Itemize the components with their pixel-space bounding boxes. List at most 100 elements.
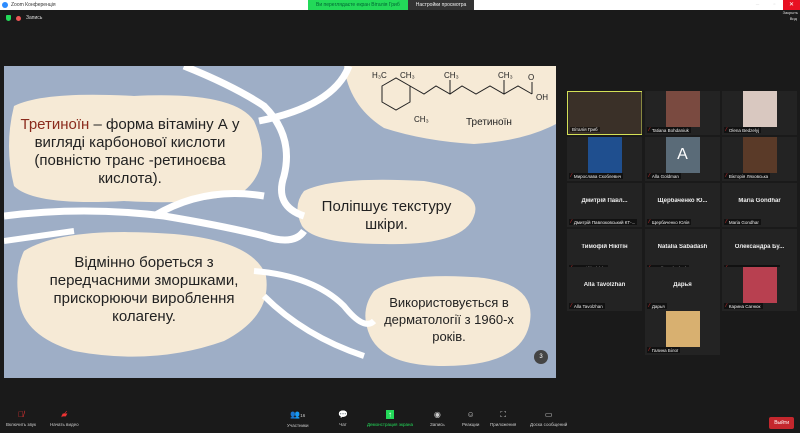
chat-label: Чат bbox=[339, 422, 347, 427]
participant-name-label: ⁄ Щербаченко Юлія bbox=[647, 219, 692, 225]
share-screen-button[interactable]: ↑ Демонстрация экрана bbox=[367, 410, 413, 427]
participant-name-label: ⁄ Alla Goldman bbox=[647, 173, 681, 179]
slide-block-tretinoin: Третиноїн – форма вітаміну А у вигляді к… bbox=[14, 116, 246, 188]
participant-video bbox=[665, 91, 700, 127]
reactions-label: Реакции bbox=[462, 422, 480, 427]
chem-ch3-a: CH₃ bbox=[400, 71, 415, 80]
participant-tile[interactable]: ⁄ Olena Bedzelyj bbox=[722, 91, 797, 135]
mic-muted-icon: ⁄ bbox=[649, 219, 650, 225]
chem-ch3-c: CH₃ bbox=[498, 71, 513, 80]
participant-avatar: A bbox=[665, 137, 700, 173]
zoom-logo-icon bbox=[2, 2, 8, 8]
start-video-label: Начать видео bbox=[50, 422, 79, 427]
record-label: Запись bbox=[430, 422, 445, 427]
participant-name: Alla Tavolzhan bbox=[573, 303, 603, 309]
participant-name-label: ⁄ Дмитрій Павлоковський КТ-... bbox=[569, 219, 638, 225]
unmute-button[interactable]: 🎙̸ Включить звук bbox=[6, 410, 36, 427]
tretinoin-title: Третиноїн bbox=[20, 116, 90, 133]
participants-button[interactable]: 👥16 Участники bbox=[287, 410, 309, 428]
start-video-button[interactable]: ▰̸ Начать видео bbox=[50, 410, 79, 427]
participant-tile[interactable]: Дмитрій Павл... ⁄ Дмитрій Павлоковський КТ… bbox=[567, 183, 642, 227]
chem-oh: OH bbox=[536, 93, 548, 102]
close-tooltip: Закрыть bbox=[782, 10, 798, 15]
whiteboard-label: Доска сообщений bbox=[530, 422, 568, 427]
apps-button[interactable]: ⛶ Приложения bbox=[490, 410, 516, 427]
participants-icon: 👥16 bbox=[290, 410, 306, 419]
view-button[interactable]: Вид bbox=[790, 16, 797, 21]
mic-muted-icon: ⁄ bbox=[726, 219, 727, 225]
participant-name: Вікторія Ляховська bbox=[728, 173, 769, 179]
record-button[interactable]: ◉ Запись bbox=[430, 410, 445, 427]
participant-name-label: ⁄ Дарья bbox=[647, 303, 667, 309]
participant-name: Tatiana Bohdaniuk bbox=[651, 127, 689, 133]
close-button[interactable]: ✕ bbox=[783, 0, 800, 10]
mic-muted-icon: ⁄ bbox=[649, 303, 650, 309]
whiteboard-icon: ▭ bbox=[544, 410, 553, 419]
mic-muted-icon: ⁄ bbox=[726, 303, 727, 309]
participant-display-name: Щербаченко Ю... bbox=[657, 198, 708, 204]
participant-name-label: ⁄ Галина Білої bbox=[647, 347, 681, 353]
participant-name-label: ⁄ Мирослава Скоблевич bbox=[569, 173, 624, 179]
slide-block-texture: Поліпшує текстуру шкіри. bbox=[321, 198, 452, 233]
chat-button[interactable]: 💬 Чат bbox=[338, 410, 348, 427]
participant-name: Alla Goldman bbox=[651, 173, 679, 179]
participant-tile[interactable]: ⁄ Мирослава Скоблевич bbox=[567, 137, 642, 181]
window-controls: – ▫ ✕ bbox=[749, 0, 800, 10]
share-banner-text: Ви переглядаєте екран Віталія Гриб bbox=[308, 0, 408, 10]
participant-name-label: ⁄ Maria Gondhar bbox=[724, 219, 761, 225]
participant-tile[interactable]: ⁄ Tatiana Bohdaniuk bbox=[645, 91, 720, 135]
chem-ch3-b: CH₃ bbox=[444, 71, 459, 80]
whiteboard-button[interactable]: ▭ Доска сообщений bbox=[530, 410, 567, 427]
recording-label: Запись bbox=[26, 15, 43, 21]
mic-muted-icon: ⁄ bbox=[726, 127, 727, 133]
participant-video bbox=[665, 311, 700, 347]
participant-tile[interactable]: ⁄ Вікторія Ляховська bbox=[722, 137, 797, 181]
mic-muted-icon: ⁄ bbox=[649, 347, 650, 353]
participant-tile[interactable]: A ⁄ Alla Goldman bbox=[645, 137, 720, 181]
participant-display-name: Alla Tavolzhan bbox=[583, 282, 626, 288]
participant-video bbox=[742, 267, 777, 303]
participant-name: Карина Сагнюк bbox=[728, 303, 761, 309]
participant-display-name: Maria Gondhar bbox=[738, 198, 781, 204]
participant-tile[interactable]: Maria Gondhar ⁄ Maria Gondhar bbox=[722, 183, 797, 227]
participant-name: Maria Gondhar bbox=[728, 219, 759, 225]
slide-block-wrinkles: Відмінно бореться з передчасними зморшка… bbox=[49, 254, 239, 325]
participant-name-label: ⁄ Alla Tavolzhan bbox=[569, 303, 605, 309]
participant-tile[interactable]: ⁄ Карина Сагнюк bbox=[722, 267, 797, 311]
participant-name-label: ⁄ Olena Bedzelyj bbox=[724, 127, 762, 133]
participant-video bbox=[587, 137, 622, 173]
participant-tile[interactable]: Щербаченко Ю... ⁄ Щербаченко Юлія bbox=[645, 183, 720, 227]
apps-label: Приложения bbox=[490, 422, 517, 427]
participant-name: Галина Білої bbox=[651, 347, 679, 353]
mic-muted-icon: ⁄ bbox=[649, 127, 650, 133]
mic-muted-icon: ⁄ bbox=[571, 219, 572, 225]
participant-tile[interactable]: Віталія Гриб bbox=[567, 91, 642, 135]
chem-o: O bbox=[528, 73, 534, 82]
participant-display-name: Дмитрій Павл... bbox=[581, 198, 628, 204]
share-screen-label: Демонстрация экрана bbox=[367, 422, 413, 427]
shared-slide: H₃C CH₃ CH₃ CH₃ CH₃ O OH Третиноїн Трети… bbox=[4, 66, 556, 378]
participant-tile[interactable]: ⁄ Галина Білої bbox=[645, 311, 720, 355]
maximize-button[interactable]: ▫ bbox=[766, 0, 783, 10]
participant-name: Olena Bedzelyj bbox=[728, 127, 760, 133]
participant-name-label: ⁄ Карина Сагнюк bbox=[724, 303, 763, 309]
participant-name: Щербаченко Юлія bbox=[651, 219, 690, 225]
mic-muted-icon: 🎙̸ bbox=[18, 410, 24, 419]
leave-button[interactable]: Выйти bbox=[769, 417, 794, 429]
mic-muted-icon: ⁄ bbox=[726, 173, 727, 179]
share-screen-icon: ↑ bbox=[385, 410, 394, 419]
participant-name: Мирослава Скоблевич bbox=[573, 173, 622, 179]
participant-tile[interactable]: Alla Tavolzhan ⁄ Alla Tavolzhan bbox=[567, 267, 642, 311]
reactions-button[interactable]: ☺ Реакции bbox=[462, 410, 479, 427]
view-options-button[interactable]: Настройки просмотра bbox=[407, 0, 475, 10]
slide-block-dermatology: Використовується в дерматології з 1960-х… bbox=[384, 295, 514, 344]
participants-count: 16 bbox=[300, 413, 306, 418]
shield-icon bbox=[6, 15, 11, 21]
participant-display-name: Тимофій Нікітін bbox=[581, 244, 628, 250]
meeting-toolbar: 🎙̸ Включить звук ▰̸ Начать видео 👥16 Участн… bbox=[0, 405, 800, 433]
participants-label: Участники bbox=[287, 423, 309, 428]
participant-video bbox=[742, 137, 777, 173]
minimize-button[interactable]: – bbox=[749, 0, 766, 10]
participant-tile[interactable]: Дарья ⁄ Дарья bbox=[645, 267, 720, 311]
participant-name-label: ⁄ Вікторія Ляховська bbox=[724, 173, 771, 179]
